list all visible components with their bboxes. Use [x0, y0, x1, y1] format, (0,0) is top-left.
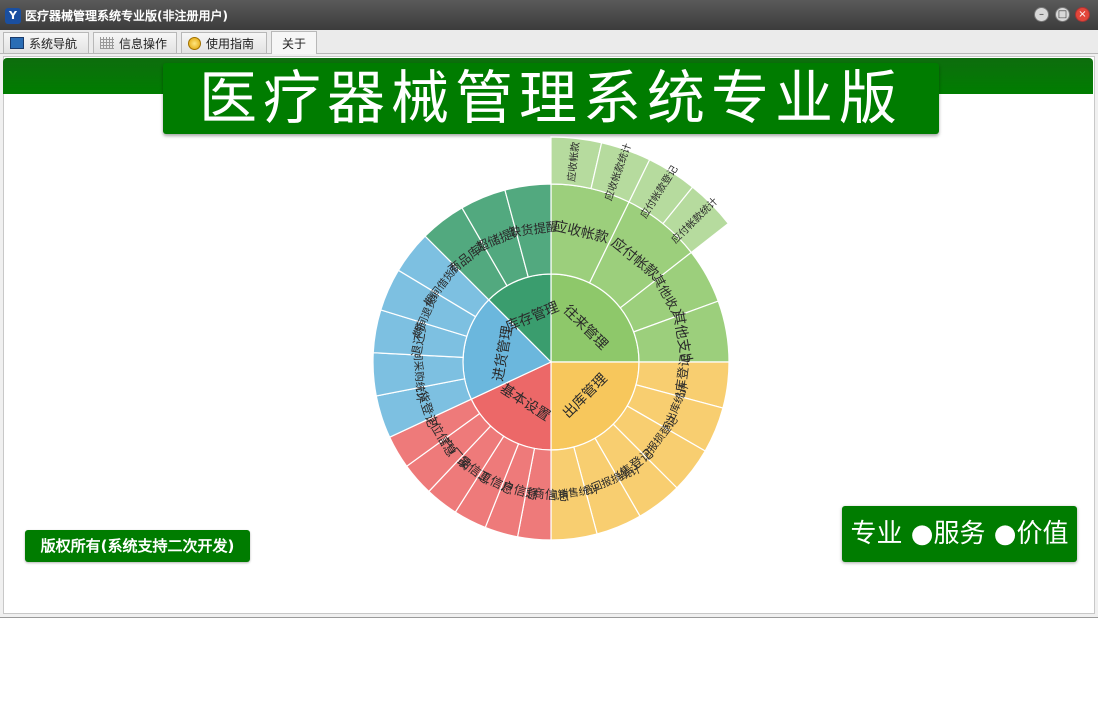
slogan-badge: 专业 ●服务 ●价值	[842, 506, 1077, 562]
copyright-badge: 版权所有(系统支持二次开发)	[25, 530, 250, 562]
app-window: Y 医疗器械管理系统专业版(非注册用户) – □ × 系统导航 信息操作 使用指…	[0, 0, 1098, 618]
